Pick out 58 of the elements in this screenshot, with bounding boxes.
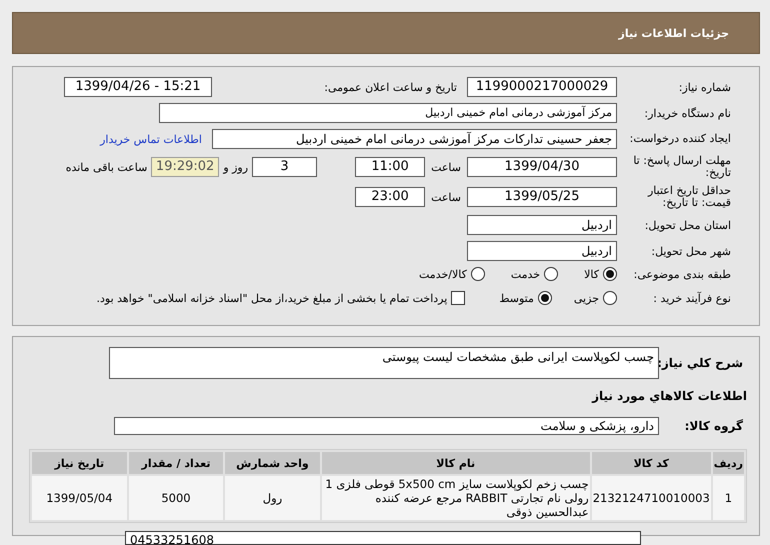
checkbox[interactable] (451, 291, 466, 305)
radio-button[interactable] (603, 291, 617, 305)
radio-button[interactable] (538, 291, 552, 305)
field-label: ایجاد کننده درخواست: (628, 133, 732, 145)
value-field: 3 (252, 157, 318, 177)
column-header: کد کالا (592, 452, 711, 474)
field-label: شرح كلي نياز: (659, 356, 744, 370)
field-label: استان محل تحویل: (644, 218, 732, 232)
field-label: مهلت ارسال پاسخ: تا تاریخ: (632, 155, 732, 179)
value-field: اردبیل (467, 215, 617, 235)
table-cell: 1 (712, 476, 744, 520)
value-field: 23:00 (355, 187, 426, 207)
field-label: خدمت (510, 268, 540, 280)
table-cell: 1399/05/04 (32, 476, 127, 520)
field-label: ساعت (431, 190, 461, 204)
field-label: کالا (584, 268, 599, 280)
field-label: جزیی (574, 292, 599, 304)
field-label: روز و (223, 160, 248, 174)
field-label: تاریخ و ساعت اعلان عمومی: (323, 80, 458, 94)
value-field: مرکز آموزشی درمانی امام خمینی اردبیل (159, 103, 617, 123)
column-header: نام کالا (322, 452, 590, 474)
table-cell: رول (225, 476, 320, 520)
column-header: واحد شمارش (225, 452, 320, 474)
field-label: ساعت (431, 160, 461, 174)
field-label: حداقل تاریخ اعتبار قیمت: تا تاریخ: (646, 185, 732, 209)
value-field: جعفر حسینی تدارکات مرکز آموزشی درمانی امام خمینی اردبیل (212, 129, 617, 149)
field-label: طبقه بندی موضوعی: (632, 268, 732, 280)
table-cell: 2132124710010003 (592, 476, 711, 520)
field-label: کالا/خدمت (419, 268, 467, 280)
value-field: 11:00 (355, 157, 426, 177)
note-field: 04533251608 (125, 531, 641, 545)
value-field: اردبیل (467, 241, 617, 261)
field-label: گروه کالا: (684, 419, 744, 433)
field-label: نوع فرآیند خرید : (652, 292, 732, 304)
section-title: اطلاعات کالاهاي مورد نياز (590, 389, 747, 403)
value-field: 19:29:02 (151, 157, 220, 177)
value-field: 1199000217000029 (467, 77, 617, 97)
field-label: شماره نیاز: (678, 80, 732, 94)
radio-button[interactable] (603, 267, 617, 281)
table-cell: 5000 (128, 476, 224, 520)
column-header: تعداد / مقدار (128, 452, 224, 474)
field-label: نام دستگاه خریدار: (643, 106, 732, 120)
group-field: دارو، پزشکی و سلامت (114, 417, 659, 435)
radio-button[interactable] (470, 267, 485, 281)
contact-link[interactable]: اطلاعات تماس خریدار (100, 132, 202, 146)
field-label: ساعت باقی مانده (66, 160, 148, 174)
page-header: جزئیات اطلاعات نیاز (12, 12, 760, 54)
column-header: ردیف (712, 452, 744, 474)
value-field: 1399/04/30 (467, 157, 617, 177)
value-field: 1399/04/26 - 15:21 (64, 77, 212, 97)
column-header: تاریخ نیاز (32, 452, 127, 474)
value-field: 1399/05/25 (467, 187, 617, 207)
table-cell: چسب زخم لکوپلاست سایز 5x500 cm قوطی فلزی 1 رولی نام تجارتی RABBIT مرجع عرضه کننده عبدالحسین ذوقی (322, 476, 590, 520)
description-field: چسب لکوپلاست ایرانی طبق مشخصات لیست پیوستی (109, 347, 659, 379)
field-label: پرداخت تمام یا بخشی از مبلغ خرید،از محل "اسناد خزانه اسلامی" خواهد بود. (96, 292, 448, 304)
field-label: متوسط (499, 292, 534, 304)
radio-button[interactable] (544, 267, 558, 281)
field-label: شهر محل تحویل: (650, 244, 732, 258)
